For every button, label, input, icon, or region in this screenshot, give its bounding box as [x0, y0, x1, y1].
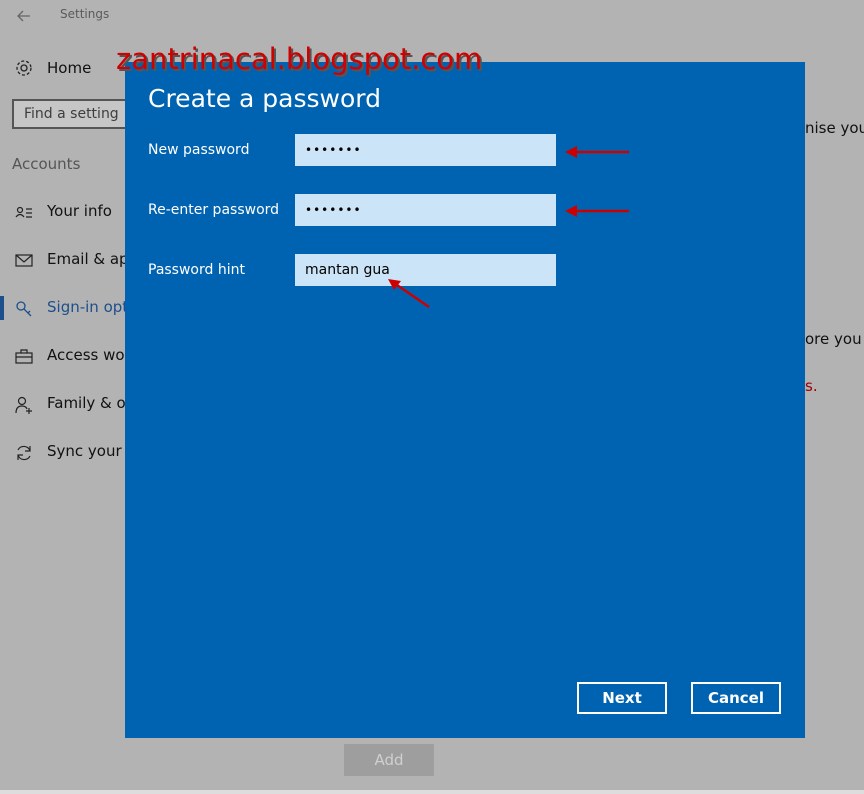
sidebar-item-sign-in[interactable]: Sign-in opti	[0, 292, 132, 324]
sidebar-item-sync[interactable]: Sync your se	[0, 436, 143, 468]
next-button[interactable]: Next	[577, 682, 667, 714]
app-title: Settings	[60, 7, 110, 21]
person-card-icon	[15, 206, 32, 218]
sidebar-item-label: Your info	[47, 202, 112, 220]
background-text: nise you.	[805, 119, 864, 137]
home-link[interactable]: Home	[47, 59, 91, 77]
sidebar-item-your-info[interactable]: Your info	[0, 196, 125, 228]
new-password-input[interactable]	[295, 134, 556, 166]
annotation-arrow-icon	[565, 205, 629, 217]
sidebar-item-family[interactable]: Family & oth	[0, 388, 141, 420]
cancel-button[interactable]: Cancel	[691, 682, 781, 714]
background-text: s.	[805, 377, 818, 395]
annotation-arrow-icon	[565, 146, 629, 158]
sidebar-item-access-work[interactable]: Access work	[0, 340, 139, 372]
mail-icon	[15, 254, 33, 267]
reenter-password-input[interactable]	[295, 194, 556, 226]
background-text: ore you ca	[805, 330, 864, 348]
new-password-label: New password	[148, 142, 250, 158]
dialog-title: Create a password	[148, 84, 381, 113]
create-password-dialog: Create a password New password Re-enter …	[125, 62, 805, 738]
watermark-text: zantrinacal.blogspot.com	[116, 42, 483, 76]
reenter-password-label: Re-enter password	[148, 202, 280, 218]
title-bar: Settings	[0, 0, 864, 32]
sync-icon	[17, 445, 31, 461]
annotation-arrow-icon	[388, 279, 430, 309]
sidebar-item-email[interactable]: Email & app	[0, 244, 138, 276]
briefcase-icon	[15, 349, 33, 364]
person-add-icon	[15, 396, 32, 414]
gear-icon	[16, 60, 32, 76]
password-hint-label: Password hint	[148, 262, 245, 278]
back-arrow-icon[interactable]	[14, 6, 34, 26]
section-label: Accounts	[12, 155, 81, 173]
add-button: Add	[344, 744, 434, 776]
sidebar-item-label: Sign-in opti	[47, 298, 133, 316]
bottom-edge	[0, 790, 864, 794]
key-icon	[16, 301, 32, 317]
